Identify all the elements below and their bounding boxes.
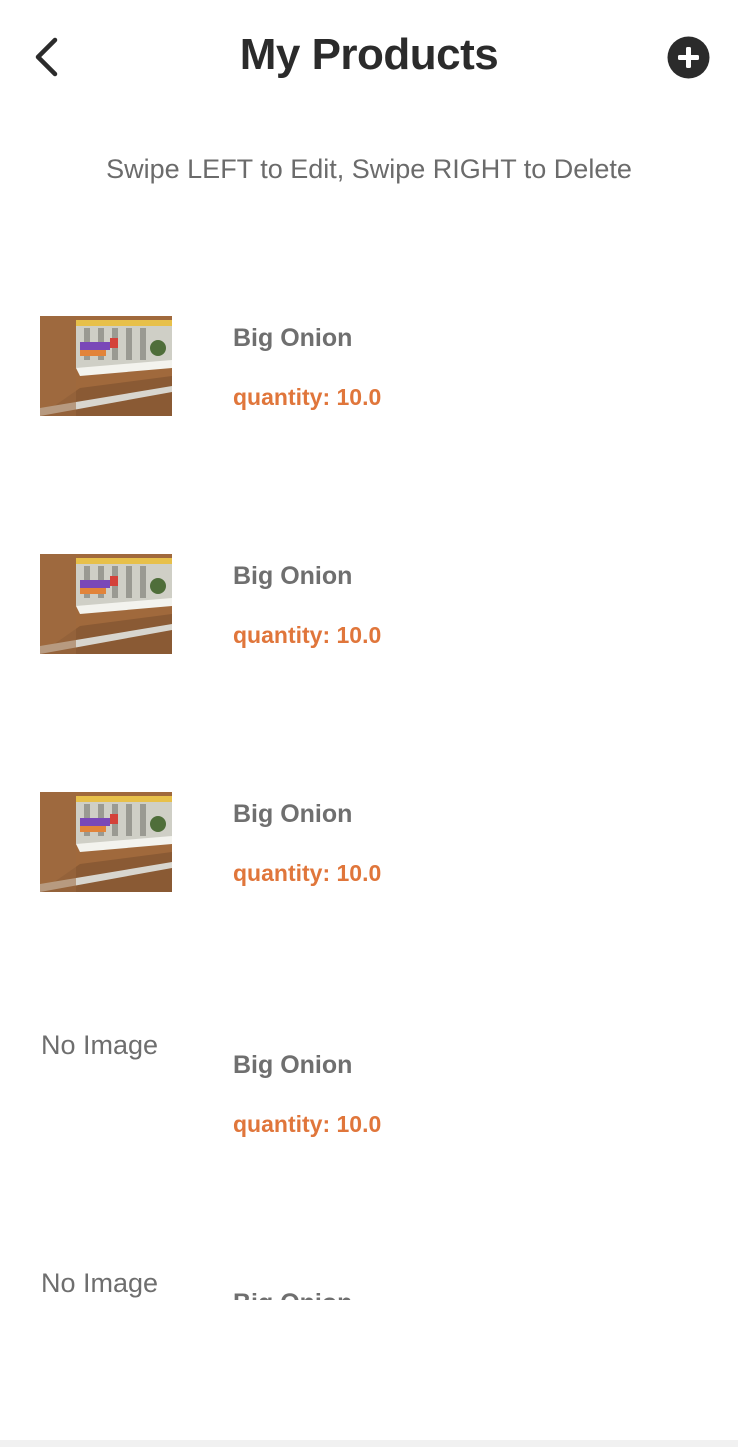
product-thumbnail (40, 792, 172, 892)
product-quantity: quantity: 10.0 (233, 622, 382, 648)
product-thumbnail (40, 554, 172, 654)
product-name: Big Onion (233, 1289, 352, 1300)
product-quantity: quantity: 10.0 (233, 860, 382, 886)
product-quantity: quantity: 10.0 (233, 1111, 382, 1137)
product-name: Big Onion (233, 562, 353, 590)
product-list[interactable]: Big Onion quantity: 10.0 Big Onion quantity… (0, 0, 738, 1300)
product-item[interactable]: Big Onion quantity: 10.0 (0, 316, 738, 516)
product-name: Big Onion (233, 324, 353, 352)
bottom-edge (0, 1440, 738, 1447)
product-item[interactable]: Big Onion quantity: 10.0 (0, 792, 738, 992)
product-thumbnail (40, 316, 172, 416)
product-quantity: quantity: 10.0 (233, 384, 382, 410)
product-item[interactable]: No ImageBig Onionquantity: 10.0 (0, 1268, 738, 1300)
no-image-label: No Image (41, 1030, 159, 1060)
product-name: Big Onion (233, 1051, 353, 1079)
product-name: Big Onion (233, 800, 353, 828)
no-image-label: No Image (41, 1268, 159, 1298)
product-item[interactable]: No Image Big Onion quantity: 10.0 (0, 1030, 738, 1230)
product-item[interactable]: Big Onion quantity: 10.0 (0, 554, 738, 754)
